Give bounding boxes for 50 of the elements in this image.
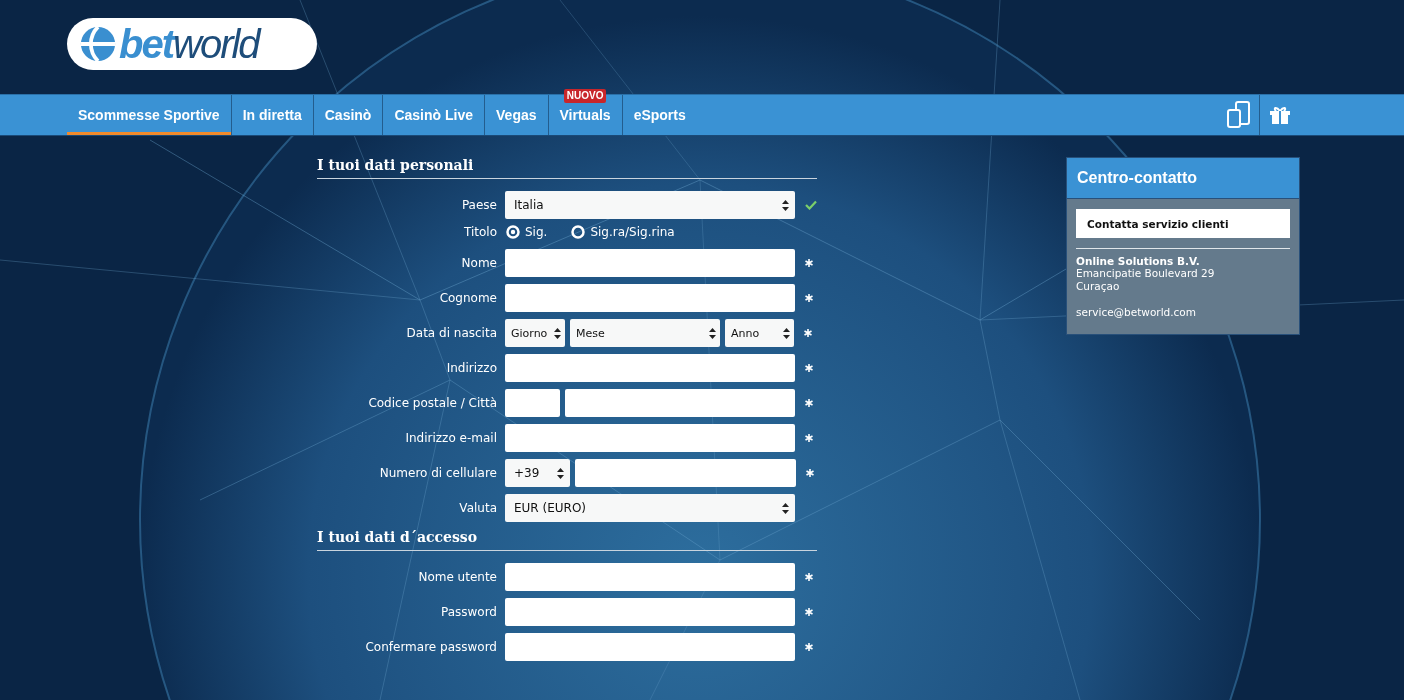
radio-option[interactable]: Sig.	[506, 225, 548, 239]
field-label: Cognome	[438, 291, 497, 305]
gift-icon[interactable]	[1270, 106, 1290, 124]
text-field[interactable]	[505, 424, 795, 452]
select-field[interactable]: Italia	[505, 191, 795, 219]
contact-button[interactable]: Contatta servizio clienti	[1076, 209, 1290, 238]
field-label: Indirizzo	[445, 361, 497, 375]
globe-icon	[79, 25, 117, 63]
field-label: Nome utente	[417, 570, 497, 584]
field-label: Paese	[460, 198, 497, 212]
field-label: Indirizzo e-mail	[404, 431, 497, 445]
field-label: Password	[439, 605, 497, 619]
field-label: Data di nascita	[405, 326, 497, 340]
text-field[interactable]	[505, 354, 795, 382]
field-label: Titolo	[462, 225, 497, 239]
select-arrows-icon	[782, 199, 789, 211]
select-field[interactable]: EUR (EURO)	[505, 494, 795, 522]
section-heading: I tuoi dati personali	[317, 157, 817, 179]
field-label: Nome	[460, 256, 497, 270]
text-field[interactable]	[505, 633, 795, 661]
select-arrows-icon	[782, 502, 789, 514]
select-field[interactable]: Giorno	[505, 319, 565, 347]
logo[interactable]: betworld	[67, 18, 317, 70]
company-name: Online Solutions B.V.	[1076, 255, 1201, 267]
select-field[interactable]: Anno	[725, 319, 794, 347]
address-line: Curaçao	[1076, 280, 1121, 293]
prefix-select[interactable]: +39	[505, 459, 570, 487]
select-arrows-icon	[783, 327, 790, 339]
select-arrows-icon	[709, 327, 716, 339]
text-field[interactable]	[505, 598, 795, 626]
email-text: service@betworld.com	[1076, 306, 1198, 319]
field-label: Numero di cellulare	[378, 466, 497, 480]
select-arrows-icon	[554, 327, 561, 339]
city-field[interactable]	[565, 389, 795, 417]
new-badge: NUOVO	[563, 89, 607, 103]
select-field[interactable]: Mese	[570, 319, 720, 347]
radio-option[interactable]: Sig.ra/Sig.rina	[571, 225, 675, 239]
panel-title: Centro-contatto	[1067, 158, 1299, 199]
postal-code-field[interactable]	[505, 389, 560, 417]
text-field[interactable]	[505, 249, 795, 277]
field-label: Codice postale / Città	[367, 396, 497, 410]
section-heading: I tuoi dati d´accesso	[317, 529, 817, 551]
field-label: Valuta	[458, 501, 497, 515]
address-line: Emancipatie Boulevard 29	[1076, 267, 1216, 280]
phone-field[interactable]	[575, 459, 796, 487]
field-label: Confermare password	[364, 640, 497, 654]
text-field[interactable]	[505, 563, 795, 591]
select-arrows-icon	[557, 467, 564, 479]
text-field[interactable]	[505, 284, 795, 312]
mobile-devices-icon[interactable]	[1227, 101, 1251, 129]
